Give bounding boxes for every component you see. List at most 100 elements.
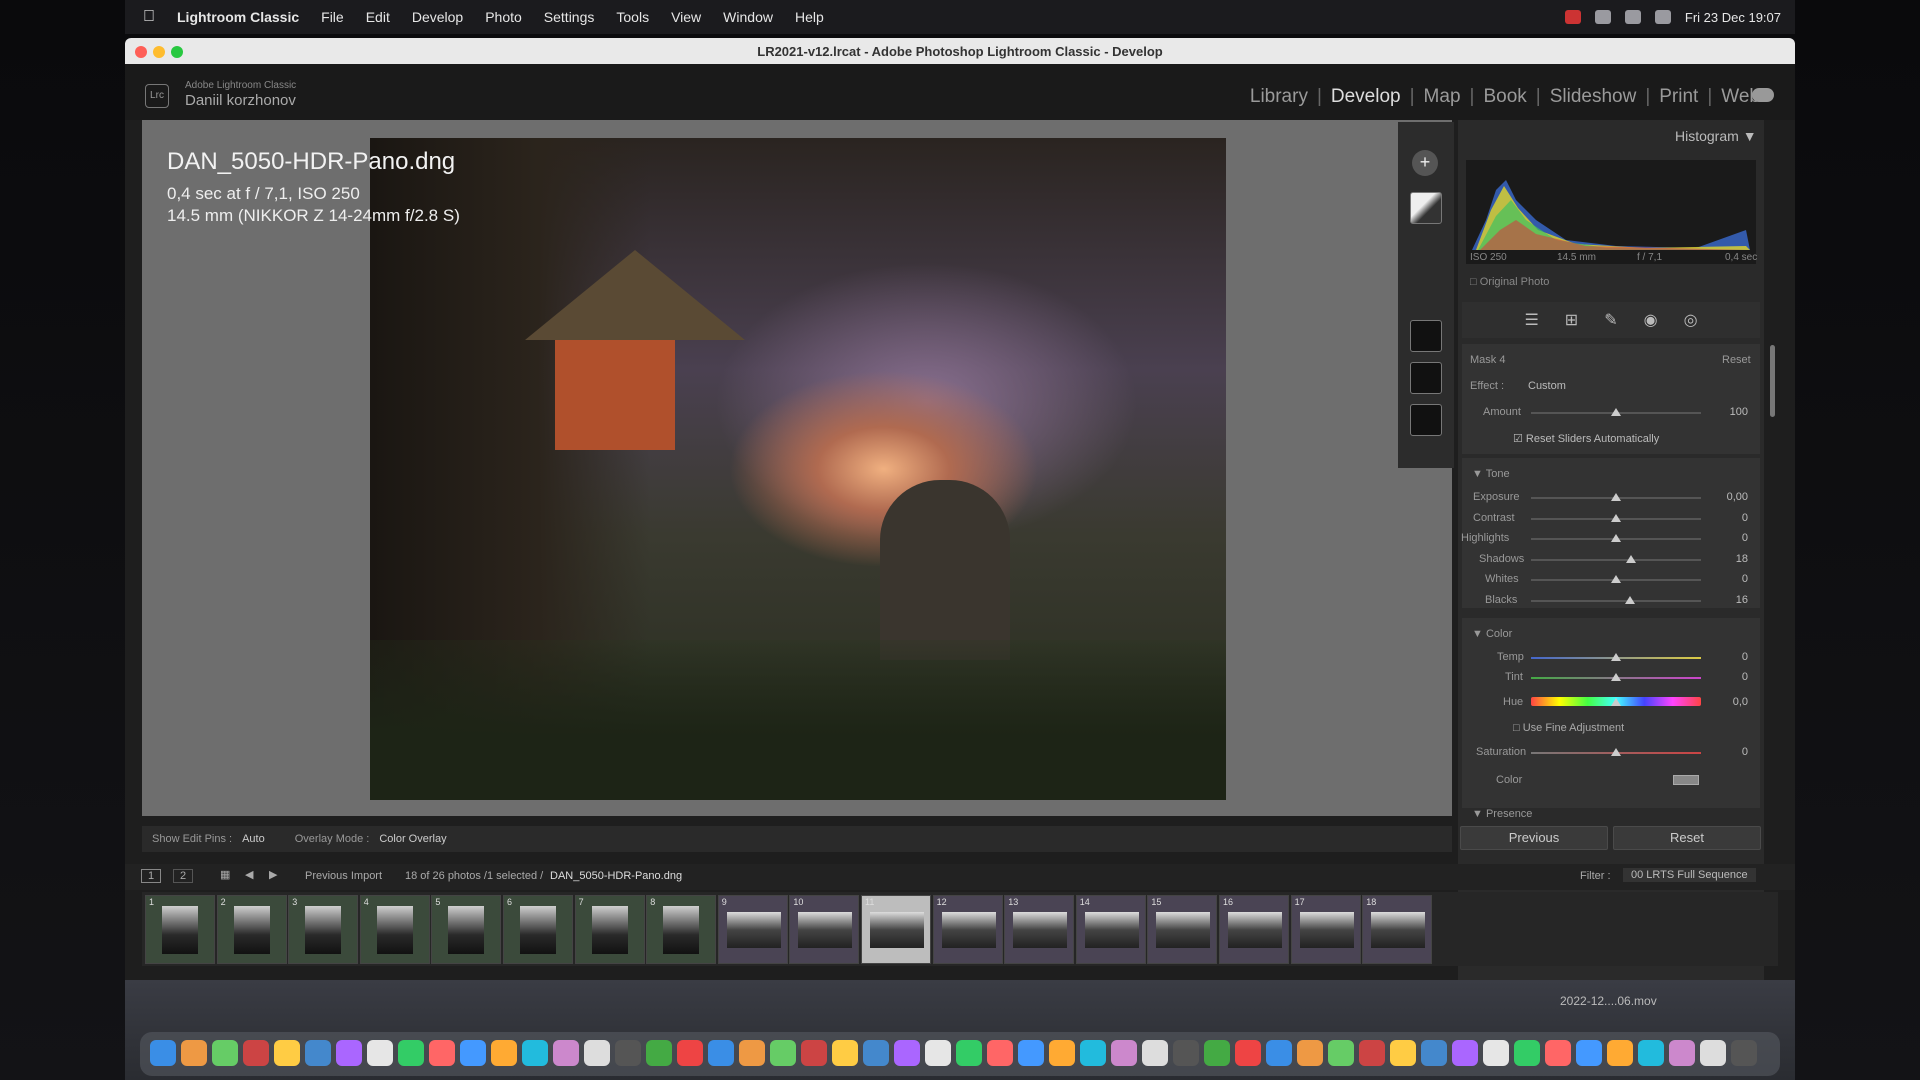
- module-develop[interactable]: Develop: [1331, 86, 1401, 108]
- menu-help[interactable]: Help: [795, 9, 824, 25]
- dock-app-icon[interactable]: [1080, 1040, 1106, 1066]
- shadows-slider-knob[interactable]: [1626, 555, 1636, 563]
- dock-app-icon[interactable]: [832, 1040, 858, 1066]
- filmstrip-thumb-16[interactable]: 16: [1219, 895, 1289, 964]
- original-photo-toggle[interactable]: □ Original Photo: [1470, 276, 1549, 288]
- menu-tools[interactable]: Tools: [616, 9, 649, 25]
- zoom-window-button[interactable]: [171, 46, 183, 58]
- fine-adjust-checkbox[interactable]: □ Use Fine Adjustment: [1513, 722, 1624, 734]
- whites-slider-knob[interactable]: [1611, 575, 1621, 583]
- filmstrip-thumb-9[interactable]: 9: [717, 895, 788, 964]
- menubar-clock[interactable]: Fri 23 Dec 19:07: [1685, 10, 1781, 25]
- dock-app-icon[interactable]: [1669, 1040, 1695, 1066]
- menu-view[interactable]: View: [671, 9, 701, 25]
- cloud-icon[interactable]: [1752, 88, 1774, 102]
- presence-header[interactable]: ▼ Presence: [1472, 808, 1532, 820]
- dock-app-icon[interactable]: [398, 1040, 424, 1066]
- temp-slider-knob[interactable]: [1611, 653, 1621, 661]
- dock-app-icon[interactable]: [1607, 1040, 1633, 1066]
- dock-app-icon[interactable]: [1483, 1040, 1509, 1066]
- tint-slider-knob[interactable]: [1611, 673, 1621, 681]
- exposure-value[interactable]: 0,00: [1708, 491, 1748, 503]
- dock-app-icon[interactable]: [1452, 1040, 1478, 1066]
- blacks-value[interactable]: 16: [1708, 594, 1748, 606]
- dock-app-icon[interactable]: [1359, 1040, 1385, 1066]
- overlay-mode-select[interactable]: Color Overlay: [379, 833, 446, 845]
- secondary-window-1[interactable]: 1: [141, 869, 162, 883]
- crop-icon[interactable]: ⊞: [1565, 310, 1578, 330]
- healing-icon[interactable]: ✎: [1604, 310, 1617, 330]
- menu-app-name[interactable]: Lightroom Classic: [177, 9, 299, 25]
- histogram[interactable]: [1466, 160, 1756, 264]
- filmstrip-thumb-8[interactable]: 8: [646, 895, 717, 964]
- mask-thumb-3[interactable]: [1410, 362, 1442, 394]
- dock-app-icon[interactable]: [212, 1040, 238, 1066]
- desktop-video-file[interactable]: 2022-12....06.mov: [1560, 994, 1657, 1008]
- dock-app-icon[interactable]: [801, 1040, 827, 1066]
- hue-value[interactable]: 0,0: [1708, 696, 1748, 708]
- amount-slider-knob[interactable]: [1611, 408, 1621, 416]
- back-arrow-icon[interactable]: ◀: [245, 868, 253, 881]
- dock-app-icon[interactable]: [863, 1040, 889, 1066]
- filmstrip-selected-file[interactable]: DAN_5050-HDR-Pano.dng: [550, 870, 682, 882]
- menu-develop[interactable]: Develop: [412, 9, 463, 25]
- module-book[interactable]: Book: [1483, 86, 1526, 108]
- mask-thumb-2[interactable]: [1410, 320, 1442, 352]
- mask-thumb-1[interactable]: [1410, 192, 1442, 224]
- dock-app-icon[interactable]: [1390, 1040, 1416, 1066]
- filmstrip-thumb-7[interactable]: 7: [574, 895, 645, 964]
- reset-sliders-checkbox[interactable]: ☑ Reset Sliders Automatically: [1513, 432, 1659, 445]
- filmstrip-thumb-15[interactable]: 15: [1147, 895, 1218, 964]
- dock-app-icon[interactable]: [367, 1040, 393, 1066]
- original-photo-checkbox[interactable]: □: [1470, 276, 1477, 288]
- filter-select[interactable]: 00 LRTS Full Sequence: [1623, 868, 1756, 882]
- dock-app-icon[interactable]: [336, 1040, 362, 1066]
- filmstrip-thumb-14[interactable]: 14: [1075, 895, 1146, 964]
- right-panel-scrollbar[interactable]: [1770, 345, 1775, 417]
- saturation-slider-knob[interactable]: [1611, 748, 1621, 756]
- filmstrip-thumb-12[interactable]: 12: [932, 895, 1003, 964]
- histogram-header[interactable]: Histogram ▼: [1675, 128, 1757, 144]
- mask-reset-button[interactable]: Reset: [1722, 354, 1751, 366]
- dock-app-icon[interactable]: [739, 1040, 765, 1066]
- filmstrip-thumb-17[interactable]: 17: [1290, 895, 1361, 964]
- exposure-slider-knob[interactable]: [1611, 493, 1621, 501]
- panel-collapse-icon[interactable]: ▼: [1743, 128, 1757, 144]
- red-eye-icon[interactable]: ◉: [1644, 310, 1658, 330]
- dock-app-icon[interactable]: [553, 1040, 579, 1066]
- mask-thumb-4[interactable]: [1410, 404, 1442, 436]
- whites-value[interactable]: 0: [1708, 573, 1748, 585]
- color-swatch[interactable]: [1673, 775, 1699, 785]
- dock-app-icon[interactable]: [522, 1040, 548, 1066]
- menu-photo[interactable]: Photo: [485, 9, 522, 25]
- dock-app-icon[interactable]: [1700, 1040, 1726, 1066]
- dock-app-icon[interactable]: [1297, 1040, 1323, 1066]
- dock-app-icon[interactable]: [1111, 1040, 1137, 1066]
- search-icon[interactable]: [1624, 10, 1641, 24]
- shadows-slider-track[interactable]: [1531, 559, 1701, 561]
- blacks-slider-track[interactable]: [1531, 600, 1701, 602]
- shadows-value[interactable]: 18: [1708, 553, 1748, 565]
- tone-header[interactable]: ▼ Tone: [1472, 468, 1510, 480]
- saturation-value[interactable]: 0: [1708, 746, 1748, 758]
- dock-app-icon[interactable]: [987, 1040, 1013, 1066]
- dock-app-icon[interactable]: [677, 1040, 703, 1066]
- menu-file[interactable]: File: [321, 9, 344, 25]
- filmstrip-thumb-18[interactable]: 18: [1362, 895, 1433, 964]
- dock-app-icon[interactable]: [1235, 1040, 1261, 1066]
- dock-app-icon[interactable]: [491, 1040, 517, 1066]
- minimize-window-button[interactable]: [153, 46, 165, 58]
- contrast-value[interactable]: 0: [1708, 512, 1748, 524]
- control-center-icon[interactable]: [1654, 10, 1671, 24]
- forward-arrow-icon[interactable]: ▶: [269, 868, 277, 881]
- dock-app-icon[interactable]: [150, 1040, 176, 1066]
- effect-select[interactable]: Custom: [1528, 380, 1566, 392]
- dock-app-icon[interactable]: [1018, 1040, 1044, 1066]
- dock-app-icon[interactable]: [274, 1040, 300, 1066]
- dock-app-icon[interactable]: [1638, 1040, 1664, 1066]
- amount-value[interactable]: 100: [1708, 406, 1748, 418]
- module-map[interactable]: Map: [1424, 86, 1461, 108]
- dock-app-icon[interactable]: [1204, 1040, 1230, 1066]
- color-header[interactable]: ▼ Color: [1472, 628, 1512, 640]
- dock-app-icon[interactable]: [1731, 1040, 1757, 1066]
